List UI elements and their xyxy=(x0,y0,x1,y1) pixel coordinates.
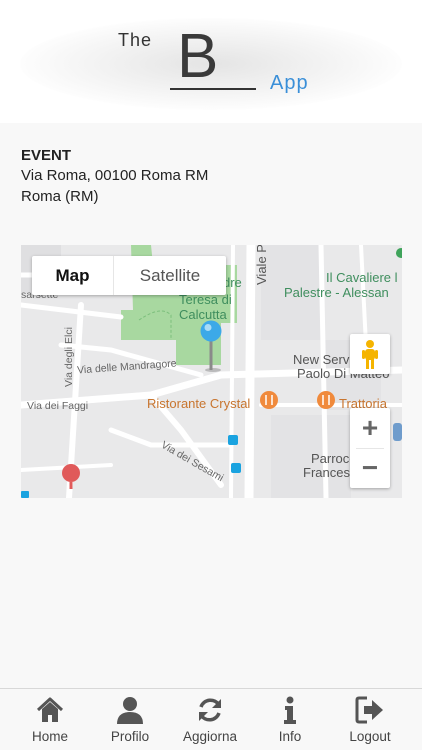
map-view[interactable]: dre Teresa di Calcutta Viale Palmi Il Ca… xyxy=(21,245,402,498)
map-label-degli-elci: Via degli Elci xyxy=(63,327,75,387)
map-label-ristorante: Ristorante Crystal xyxy=(147,396,251,411)
zoom-out-button[interactable]: − xyxy=(350,448,390,488)
map-label-cavaliere: Il Cavaliere l xyxy=(326,270,398,285)
info-icon xyxy=(284,696,296,724)
event-details: EVENT Via Roma, 00100 Roma RM Roma (RM) xyxy=(21,147,208,207)
event-address: Via Roma, 00100 Roma RM xyxy=(21,167,209,184)
map-type-control: Map Satellite xyxy=(32,256,226,295)
map-type-satellite-button[interactable]: Satellite xyxy=(114,256,226,295)
user-icon xyxy=(117,697,143,724)
map-label-faggi: Via dei Faggi xyxy=(27,400,89,412)
refresh-icon xyxy=(199,698,221,722)
street-view-pegman-button[interactable] xyxy=(350,334,390,374)
event-title: EVENT xyxy=(21,147,72,164)
app-header: The B App xyxy=(0,0,422,123)
zoom-control: + − xyxy=(350,408,390,488)
tab-aggiorna[interactable]: Aggiorna xyxy=(170,689,250,750)
map-label-new-serv: New Serv xyxy=(293,352,350,367)
tab-profilo[interactable]: Profilo xyxy=(90,689,170,750)
logo-the-text: The xyxy=(118,30,153,50)
location-pin-icon[interactable] xyxy=(199,320,223,372)
zoom-in-button[interactable]: + xyxy=(350,408,390,448)
logout-icon xyxy=(355,696,383,724)
map-type-map-button[interactable]: Map xyxy=(32,256,114,295)
logo-underline xyxy=(170,88,256,90)
event-city: Roma (RM) xyxy=(21,188,99,205)
tab-profilo-label: Profilo xyxy=(110,729,150,744)
tab-logout[interactable]: Logout xyxy=(330,689,410,750)
tab-home[interactable]: Home xyxy=(10,689,90,750)
logo-app-text: App xyxy=(270,72,309,94)
map-label-palestre: Palestre - Alessan xyxy=(284,285,389,300)
home-icon xyxy=(36,697,64,722)
bottom-tab-bar: Home Profilo Aggiorna Info Logout xyxy=(0,688,422,750)
tab-info[interactable]: Info xyxy=(250,689,330,750)
tab-logout-label: Logout xyxy=(349,729,391,744)
tab-aggiorna-label: Aggiorna xyxy=(182,729,238,744)
pegman-icon xyxy=(362,340,378,369)
logo-b-letter: B xyxy=(177,22,219,91)
tab-home-label: Home xyxy=(31,729,68,744)
tab-info-label: Info xyxy=(278,729,302,744)
map-label-viale-palmi: Viale Palmi xyxy=(254,245,269,285)
